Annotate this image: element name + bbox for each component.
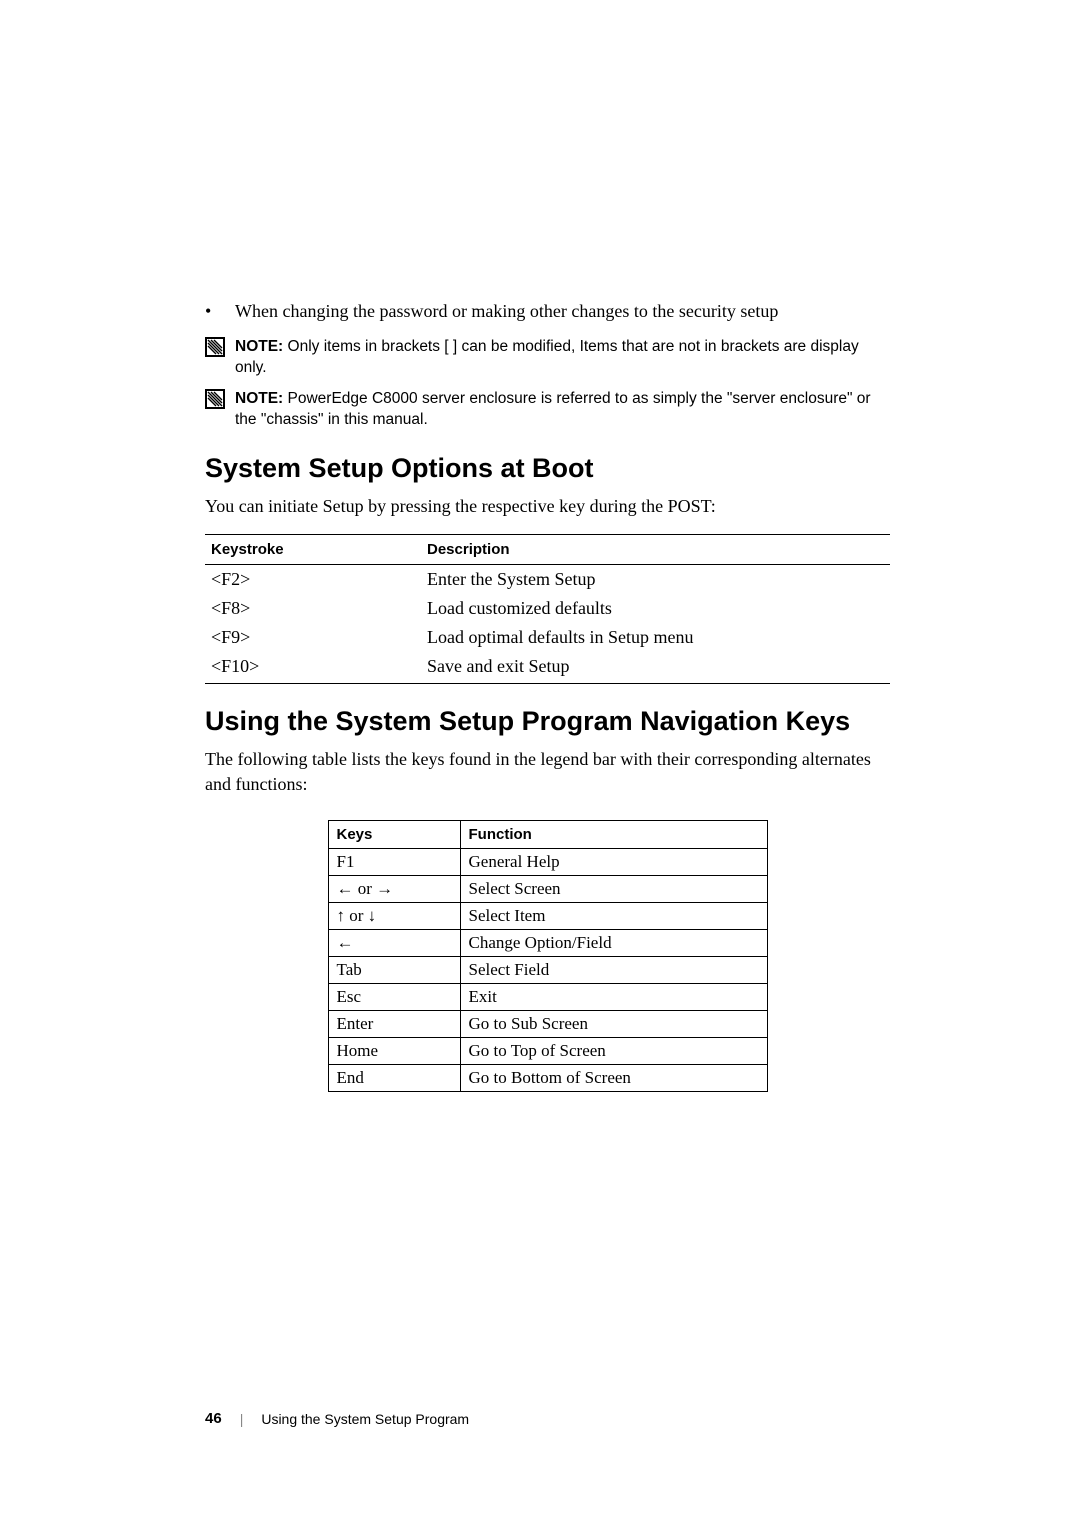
cell-func: General Help — [460, 848, 767, 875]
cell-func: Exit — [460, 983, 767, 1010]
note-icon — [205, 337, 235, 379]
note-body: Only items in brackets [ ] can be modifi… — [235, 338, 859, 376]
note-text: NOTE: Only items in brackets [ ] can be … — [235, 337, 890, 379]
cell-desc: Load customized defaults — [427, 594, 890, 623]
col-header-keystroke: Keystroke — [205, 535, 427, 565]
cell-keys: Tab — [328, 956, 460, 983]
cell-keys: Esc — [328, 983, 460, 1010]
cell-func: Select Field — [460, 956, 767, 983]
section-intro: You can initiate Setup by pressing the r… — [205, 494, 890, 518]
cell-keystroke: <F8> — [205, 594, 427, 623]
table-row: <F8> Load customized defaults — [205, 594, 890, 623]
page-number: 46 — [205, 1410, 222, 1427]
nav-table-wrap: Keys Function F1 General Help ← or → Sel… — [205, 812, 890, 1092]
table-row: Home Go to Top of Screen — [328, 1037, 767, 1064]
section-heading-boot: System Setup Options at Boot — [205, 453, 890, 484]
cell-keys: Enter — [328, 1010, 460, 1037]
nav-keys-table: Keys Function F1 General Help ← or → Sel… — [328, 820, 768, 1092]
page-content: • When changing the password or making o… — [0, 0, 1080, 1092]
table-header-row: Keys Function — [328, 820, 767, 848]
table-row: <F10> Save and exit Setup — [205, 652, 890, 684]
cell-keystroke: <F9> — [205, 623, 427, 652]
cell-func: Change Option/Field — [460, 929, 767, 956]
cell-keystroke: <F10> — [205, 652, 427, 684]
bullet-text: When changing the password or making oth… — [235, 300, 890, 323]
keystroke-table: Keystroke Description <F2> Enter the Sys… — [205, 534, 890, 684]
footer-title: Using the System Setup Program — [261, 1411, 469, 1427]
note-text: NOTE: PowerEdge C8000 server enclosure i… — [235, 389, 890, 431]
cell-func: Go to Top of Screen — [460, 1037, 767, 1064]
table-header-row: Keystroke Description — [205, 535, 890, 565]
cell-func: Select Screen — [460, 875, 767, 902]
note-label: NOTE: — [235, 338, 283, 355]
bullet-marker: • — [205, 300, 235, 323]
note-body: PowerEdge C8000 server enclosure is refe… — [235, 390, 871, 428]
note-block: NOTE: PowerEdge C8000 server enclosure i… — [205, 389, 890, 431]
bullet-item: • When changing the password or making o… — [205, 300, 890, 323]
table-row: ← Change Option/Field — [328, 929, 767, 956]
table-row: Esc Exit — [328, 983, 767, 1010]
cell-keys: ↑ or ↓ — [328, 902, 460, 929]
col-header-description: Description — [427, 535, 890, 565]
table-row: Enter Go to Sub Screen — [328, 1010, 767, 1037]
cell-keys: ← — [328, 929, 460, 956]
table-row: F1 General Help — [328, 848, 767, 875]
table-row: ← or → Select Screen — [328, 875, 767, 902]
cell-keystroke: <F2> — [205, 565, 427, 595]
cell-func: Go to Bottom of Screen — [460, 1064, 767, 1091]
cell-func: Select Item — [460, 902, 767, 929]
cell-desc: Save and exit Setup — [427, 652, 890, 684]
cell-func: Go to Sub Screen — [460, 1010, 767, 1037]
cell-desc: Load optimal defaults in Setup menu — [427, 623, 890, 652]
cell-keys: End — [328, 1064, 460, 1091]
table-row: End Go to Bottom of Screen — [328, 1064, 767, 1091]
note-icon — [205, 389, 235, 431]
cell-keys: Home — [328, 1037, 460, 1064]
table-row: <F2> Enter the System Setup — [205, 565, 890, 595]
note-block: NOTE: Only items in brackets [ ] can be … — [205, 337, 890, 379]
cell-keys: ← or → — [328, 875, 460, 902]
table-row: ↑ or ↓ Select Item — [328, 902, 767, 929]
cell-keys: F1 — [328, 848, 460, 875]
footer-separator: | — [240, 1411, 244, 1427]
table-row: Tab Select Field — [328, 956, 767, 983]
col-header-function: Function — [460, 820, 767, 848]
section-intro: The following table lists the keys found… — [205, 747, 890, 796]
page-footer: 46 | Using the System Setup Program — [205, 1410, 469, 1427]
table-row: <F9> Load optimal defaults in Setup menu — [205, 623, 890, 652]
col-header-keys: Keys — [328, 820, 460, 848]
note-label: NOTE: — [235, 390, 283, 407]
cell-desc: Enter the System Setup — [427, 565, 890, 595]
section-heading-nav: Using the System Setup Program Navigatio… — [205, 706, 890, 737]
